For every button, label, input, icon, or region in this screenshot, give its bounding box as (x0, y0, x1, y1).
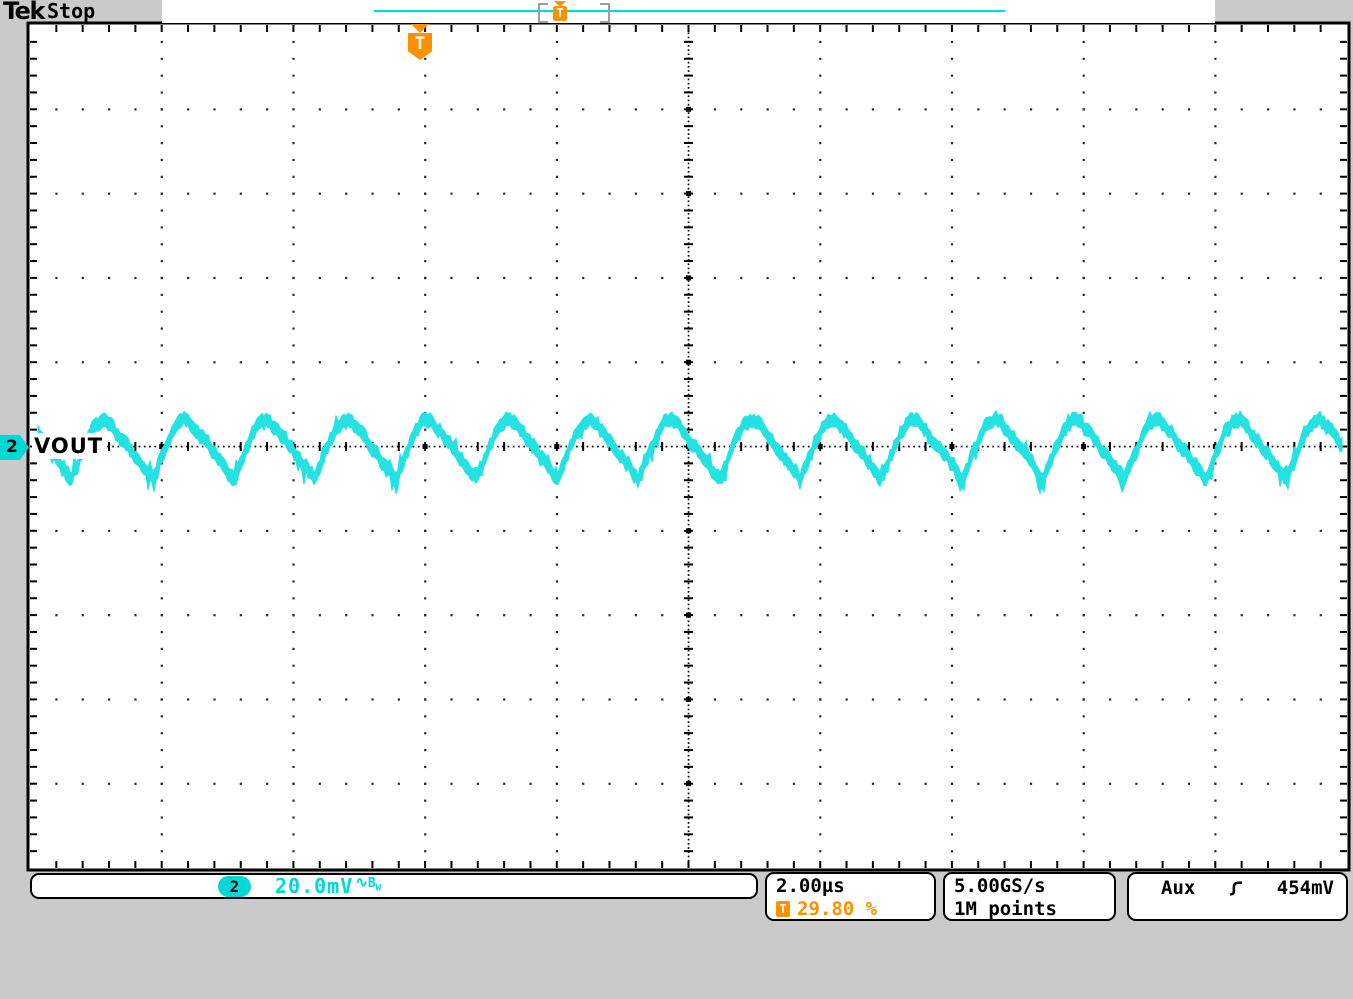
channel-scale-readout: 20.0mV (275, 874, 353, 898)
bandwidth-limit-icon: BW (368, 876, 381, 894)
record-view-strip: T (162, 0, 1215, 23)
acquisition-readout-box: 5.00GS/s 1M points (943, 872, 1116, 921)
rising-edge-icon (1228, 880, 1244, 897)
channel-readout-box: 2 20.0mV ∿ BW (30, 873, 758, 899)
channel-2-badge: 2 (218, 876, 251, 897)
record-view-waveform-line (374, 10, 1005, 12)
waveform-label: VOUT (32, 433, 105, 459)
trigger-level-readout: 454mV (1277, 876, 1334, 900)
oscilloscope-screen: Tek Stop T T VOUT 2 2 20.0mV ∿ BW 2.00µs… (0, 0, 1353, 999)
graticule (0, 0, 1353, 999)
record-view-trigger-icon: T (552, 1, 568, 22)
record-view-window-left-bracket (538, 3, 548, 23)
trigger-t-icon: T (776, 901, 790, 917)
trigger-source-readout: Aux (1161, 876, 1195, 900)
coupling-icon: ∿ (355, 873, 368, 891)
record-view-window-right-bracket (600, 3, 610, 23)
record-length-readout: 1M points (954, 898, 1114, 921)
horizontal-readout-box: 2.00µs T 29.80 % (765, 872, 936, 921)
trigger-arrow-icon (411, 24, 429, 33)
trigger-position-readout: 29.80 % (797, 898, 877, 920)
sample-rate-readout: 5.00GS/s (954, 875, 1114, 898)
timebase-readout: 2.00µs (776, 875, 934, 898)
acquisition-status: Stop (47, 0, 95, 23)
trigger-t-icon: T (553, 6, 567, 21)
trigger-readout-box: Aux 454mV (1127, 872, 1348, 921)
tek-logo: Tek (3, 0, 44, 25)
